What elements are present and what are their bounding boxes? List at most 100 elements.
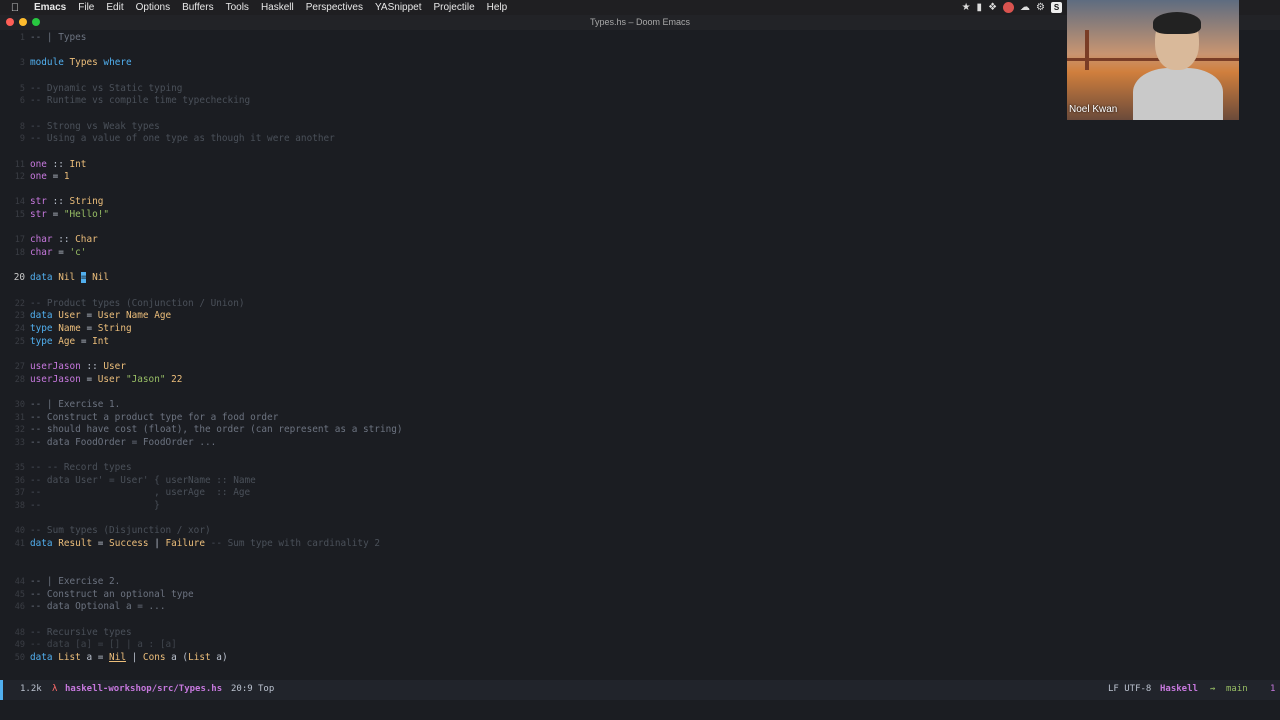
apple-menu-icon[interactable]:  [0,2,30,14]
code-line[interactable]: 32 -- should have cost (float), the order… [0,424,1060,437]
buffer-size: 1.2k [20,684,42,694]
code-text: -- Dynamic vs Static typing [30,82,183,94]
code-line[interactable]: 41 data Result = Success | Failure -- Sum… [0,538,1060,551]
code-line[interactable]: 3 module Types where [0,57,1060,70]
line-number: 14 [14,197,25,208]
menu-tools[interactable]: Tools [222,0,257,15]
code-text: str :: String [30,196,104,208]
code-text: data List a = Nil | Cons a (List a) [30,651,228,663]
code-line[interactable]: 38 -- } [0,500,1060,513]
code-line[interactable]: 37 -- , userAge :: Age [0,487,1060,500]
line-number: 30 [14,399,25,410]
editor-buffer[interactable]: 1 -- | Types 3 module Types where 5 -- Dyna… [0,30,1280,680]
code-line[interactable]: 5 -- Dynamic vs Static typing [0,83,1060,96]
code-line[interactable]: 9 -- Using a value of one type as though … [0,133,1060,146]
code-line[interactable]: 46 -- data Optional a = ... [0,601,1060,614]
code-line[interactable]: 24 type Name = String [0,323,1060,336]
code-line[interactable]: 15 str = "Hello!" [0,209,1060,222]
code-line[interactable]: 22 -- Product types (Conjunction / Union) [0,298,1060,311]
gear-icon[interactable]: ⚙ [1036,2,1045,13]
menu-file[interactable]: File [74,0,102,15]
line-number: 5 [19,83,25,94]
menu-help[interactable]: Help [483,0,516,15]
code-line[interactable]: 31 -- Construct a product type for a food… [0,412,1060,425]
app-badge-icon[interactable]: S [1051,2,1062,13]
line-number: 41 [14,539,25,549]
code-line[interactable]: 33 -- data FoodOrder = FoodOrder ... [0,437,1060,450]
menu-emacs[interactable]: Emacs [30,0,74,15]
code-text: -- | Types [30,32,87,43]
git-branch[interactable]: main [1226,684,1248,694]
major-mode[interactable]: Haskell [1160,684,1198,694]
code-text: -- Runtime vs compile time typechecking [30,95,251,107]
cursor-position: 20:9 [231,684,253,694]
code-line[interactable]: 35 -- -- Record types [0,462,1060,475]
code-line[interactable]: 45 -- Construct an optional type [0,589,1060,602]
code-line[interactable]: 6 -- Runtime vs compile time typechecking [0,95,1060,108]
code-line[interactable]: 49 -- data [a] = [] | a : [a] [0,639,1060,652]
encoding[interactable]: LF UTF-8 [1108,684,1151,694]
code-line[interactable]: 11 one :: Int [0,159,1060,172]
code-line[interactable]: 1 -- | Types [0,32,1060,45]
code-line[interactable]: 28 userJason = User "Jason" 22 [0,374,1060,387]
menu-buffers[interactable]: Buffers [178,0,222,15]
git-branch-icon: ⇝ [1210,684,1216,694]
menu-options[interactable]: Options [132,0,178,15]
code-line[interactable]: 36 -- data User' = User' { userName :: Na… [0,475,1060,488]
line-number: 1 [19,33,25,43]
code-text: -- Product types (Conjunction / Union) [30,297,245,309]
line-number: 50 [14,652,25,663]
line-number: 33 [14,437,25,448]
code-line-current[interactable]: 20 data Nil = Nil [0,272,1060,285]
dropbox-icon[interactable]: ❖ [988,2,997,13]
scroll-position: Top [258,684,275,694]
menu-yasnippet[interactable]: YASnippet [371,0,430,15]
menu-haskell[interactable]: Haskell [257,0,302,15]
code-text: -- Sum types (Disjunction / xor) [30,525,211,537]
line-number: 8 [19,121,25,132]
status-icons: ★ ▮ ❖ ☁ ⚙ S [962,0,1062,15]
line-number: 38 [14,501,25,512]
code-text: -- data User' = User' { userName :: Name [30,474,256,486]
recording-icon[interactable] [1003,2,1015,13]
line-number: 22 [14,298,25,309]
code-text: one :: Int [30,158,87,170]
line-number: 25 [14,336,25,347]
modeline-right-number: 1 [1270,684,1276,694]
menu-perspectives[interactable]: Perspectives [302,0,371,15]
menu-projectile[interactable]: Projectile [430,0,483,15]
code-line[interactable]: 14 str :: String [0,196,1060,209]
line-number: 9 [19,134,25,145]
video-overlay: Noel Kwan [1067,0,1239,120]
code-line[interactable]: 25 type Age = Int [0,336,1060,349]
code-line[interactable]: 30 -- | Exercise 1. [0,399,1060,412]
bluetooth-icon[interactable]: ★ [962,2,971,13]
line-number: 37 [14,488,25,499]
line-number: 27 [14,361,25,372]
line-number: 12 [14,172,25,183]
code-line[interactable]: 50 data List a = Nil | Cons a (List a) [0,652,1060,665]
code-line[interactable]: 48 -- Recursive types [0,627,1060,640]
line-number: 17 [14,235,25,246]
echo-area[interactable] [0,700,1280,720]
code-line[interactable]: 40 -- Sum types (Disjunction / xor) [0,525,1060,538]
code-text: data Result = Success | Failure -- Sum t… [30,538,380,549]
code-line[interactable]: 8 -- Strong vs Weak types [0,121,1060,134]
line-number: 36 [14,475,25,486]
code-line[interactable]: 12 one = 1 [0,171,1060,184]
menu-edit[interactable]: Edit [102,0,131,15]
line-number: 15 [14,210,25,221]
code-line[interactable]: 27 userJason :: User [0,361,1060,374]
code-text: -- data FoodOrder = FoodOrder ... [30,436,217,448]
code-text: -- Recursive types [30,626,132,638]
line-number: 32 [14,425,25,436]
line-number: 11 [14,159,25,170]
code-line[interactable]: 44 -- | Exercise 2. [0,576,1060,589]
code-line[interactable]: 17 char :: Char [0,234,1060,247]
code-line[interactable]: 18 char = 'c' [0,247,1060,260]
battery-icon[interactable]: ▮ [977,2,983,13]
code-text: -- | Exercise 1. [30,398,121,410]
code-line[interactable]: 23 data User = User Name Age [0,310,1060,323]
file-path[interactable]: haskell-workshop/src/Types.hs [65,684,222,694]
cloud-icon[interactable]: ☁ [1020,2,1030,13]
